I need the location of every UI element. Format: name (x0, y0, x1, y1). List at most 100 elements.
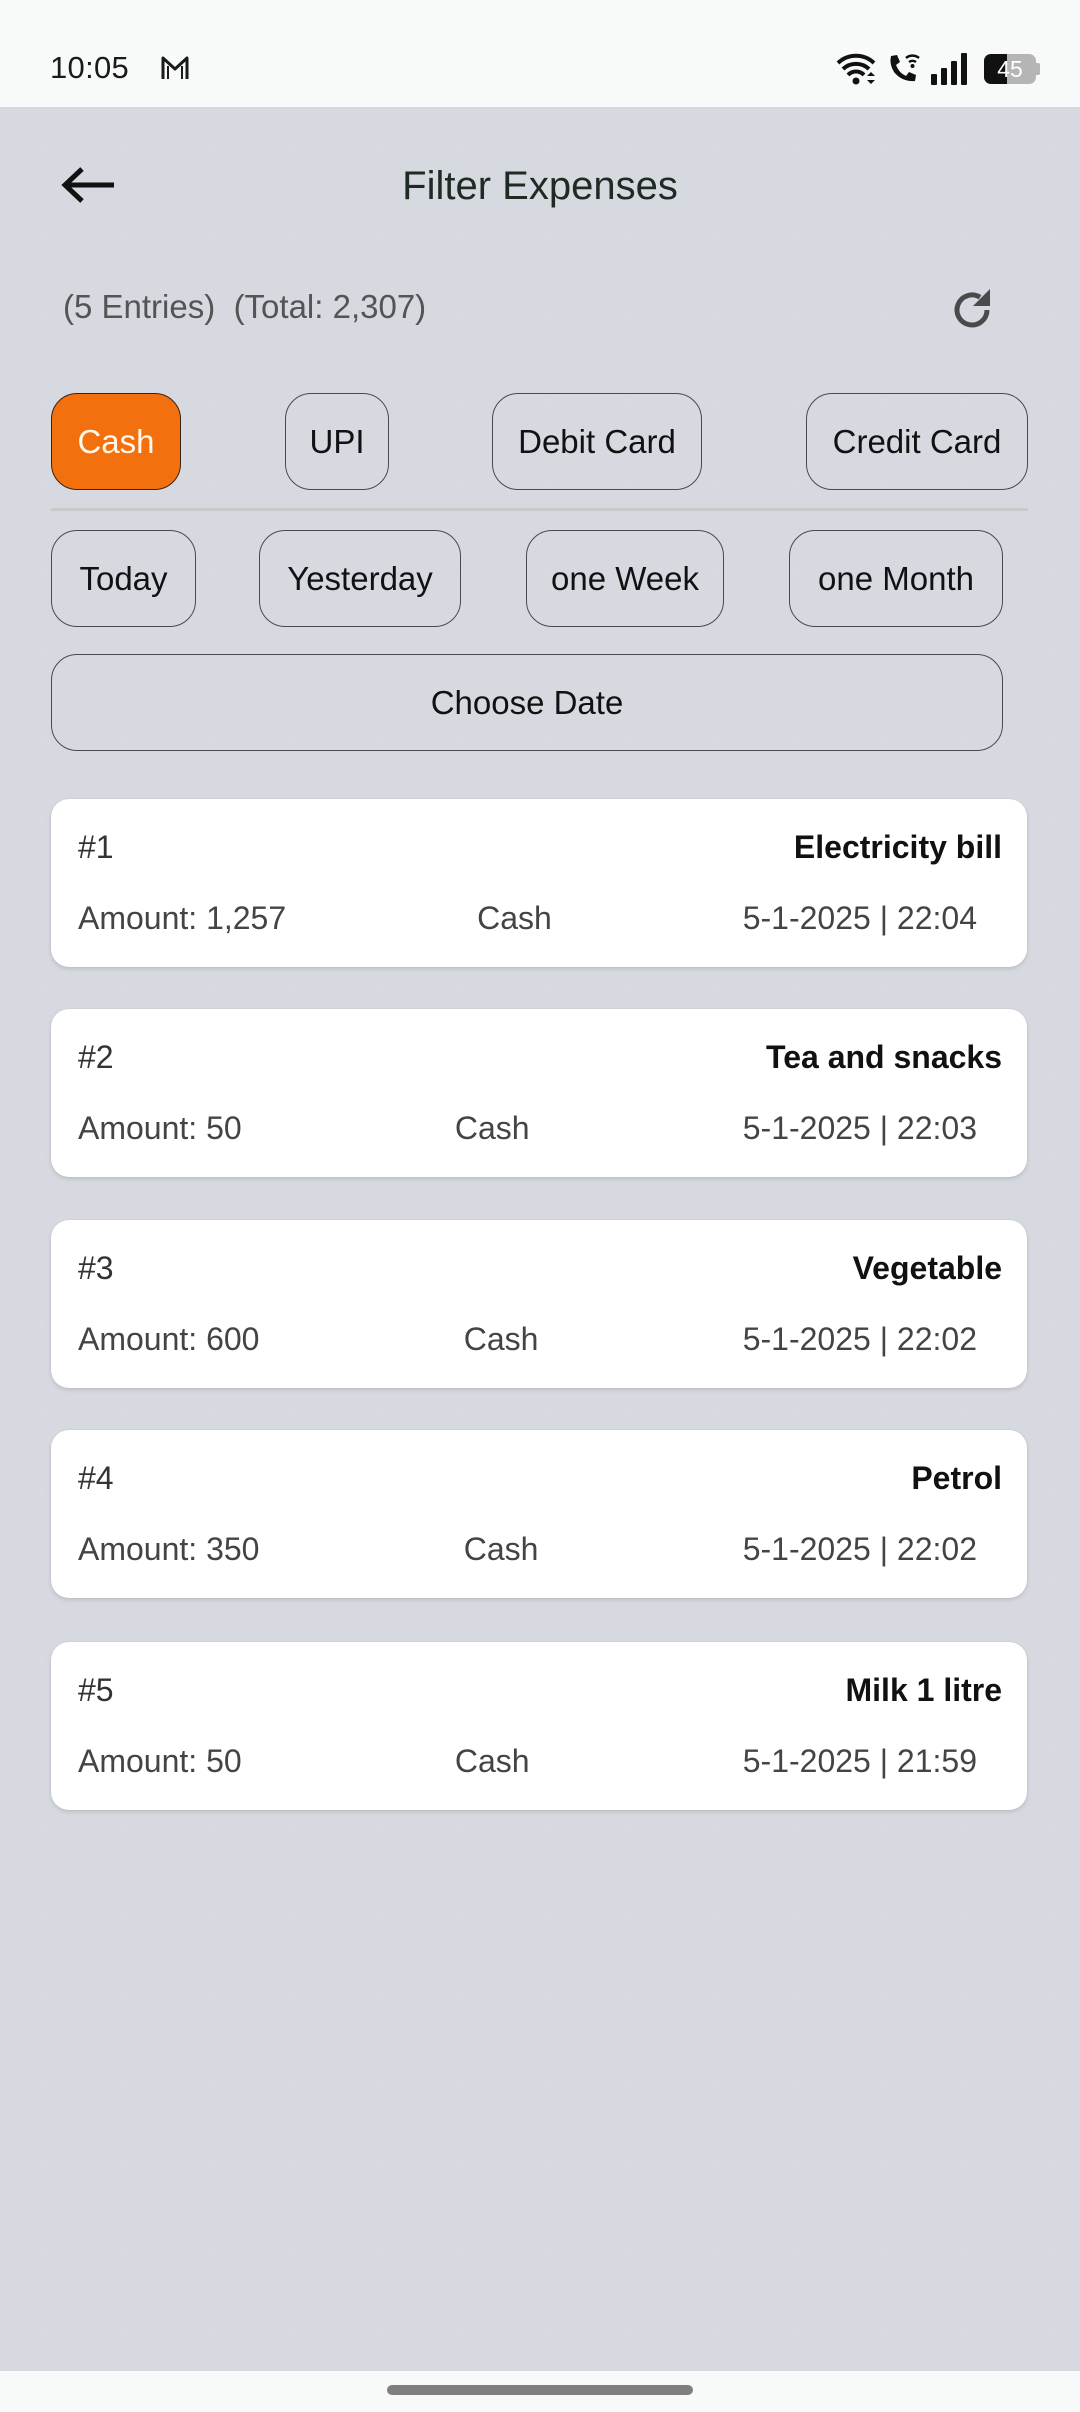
filter-chip-debit-card[interactable]: Debit Card (492, 393, 702, 490)
background-dot (39, 1322, 45, 1328)
background-dot (963, 1406, 969, 1412)
expense-amount: Amount: 50 (78, 1110, 242, 1146)
filter-chip-yesterday[interactable]: Yesterday (259, 530, 461, 627)
status-bar: 10:05 45 (0, 0, 1080, 107)
background-dot (543, 314, 549, 320)
background-dot (795, 398, 801, 404)
expense-card[interactable]: #2 Tea and snacks Amount: 50 Cash 5-1-20… (51, 1009, 1027, 1177)
background-dot (375, 1994, 381, 2000)
background-dot (879, 986, 885, 992)
background-dot (711, 1910, 717, 1916)
filter-divider (51, 508, 1028, 511)
background-dot (39, 1574, 45, 1580)
background-dot (39, 1994, 45, 2000)
background-dot (375, 2330, 381, 2336)
expense-card[interactable]: #4 Petrol Amount: 350 Cash 5-1-2025 | 22… (51, 1430, 1027, 1598)
background-dot (543, 2330, 549, 2336)
background-dot (375, 2246, 381, 2252)
background-dot (123, 2078, 129, 2084)
background-dot (879, 1826, 885, 1832)
background-dot (1047, 1826, 1053, 1832)
background-dot (291, 1910, 297, 1916)
background-dot (39, 1490, 45, 1496)
background-dot (39, 398, 45, 404)
background-dot (711, 1994, 717, 2000)
filter-chip-upi[interactable]: UPI (285, 393, 389, 490)
wifi-calling-icon (886, 52, 920, 86)
background-dot (459, 1406, 465, 1412)
refresh-button[interactable] (942, 280, 1002, 340)
background-dot (39, 1658, 45, 1664)
background-dot (879, 230, 885, 236)
background-dot (963, 146, 969, 152)
background-dot (207, 2330, 213, 2336)
expense-method: Cash (454, 1743, 530, 1779)
background-dot (795, 1406, 801, 1412)
background-dot (123, 146, 129, 152)
choose-date-button[interactable]: Choose Date (51, 654, 1003, 751)
background-dot (207, 230, 213, 236)
background-dot (795, 1910, 801, 1916)
background-dot (795, 482, 801, 488)
filter-chip-one-week[interactable]: one Week (526, 530, 724, 627)
background-dot (627, 2162, 633, 2168)
background-dot (1047, 1406, 1053, 1412)
expense-method: Cash (463, 1531, 539, 1567)
background-dot (39, 1154, 45, 1160)
status-time: 10:05 (50, 50, 130, 85)
battery-level: 45 (997, 56, 1023, 82)
background-dot (207, 1910, 213, 1916)
background-dot (39, 482, 45, 488)
background-dot (39, 734, 45, 740)
background-dot (1047, 1994, 1053, 2000)
background-dot (459, 2246, 465, 2252)
background-dot (711, 2330, 717, 2336)
filter-chip-today[interactable]: Today (51, 530, 196, 627)
background-dot (711, 482, 717, 488)
background-dot (1047, 1238, 1053, 1244)
filter-chip-one-month[interactable]: one Month (789, 530, 1003, 627)
background-dot (123, 230, 129, 236)
gesture-handle[interactable] (387, 2385, 693, 2395)
background-dot (291, 1994, 297, 2000)
filter-expenses-screen: Filter Expenses (5 Entries) (Total: 2,30… (0, 107, 1080, 2371)
background-dot (1047, 230, 1053, 236)
expense-card[interactable]: #1 Electricity bill Amount: 1,257 Cash 5… (51, 799, 1027, 967)
background-dot (963, 1994, 969, 2000)
expense-card[interactable]: #5 Milk 1 litre Amount: 50 Cash 5-1-2025… (51, 1642, 1027, 1810)
background-dot (39, 146, 45, 152)
filter-chip-cash[interactable]: Cash (51, 393, 181, 490)
background-dot (39, 230, 45, 236)
expense-datetime: 5-1-2025 | 21:59 (742, 1743, 977, 1779)
background-dot (123, 1910, 129, 1916)
background-dot (1047, 566, 1053, 572)
chip-label: Credit Card (832, 422, 1002, 460)
expense-method: Cash (463, 1321, 539, 1357)
background-dot (207, 1826, 213, 1832)
background-dot (627, 230, 633, 236)
background-dot (291, 1406, 297, 1412)
background-dot (207, 1994, 213, 2000)
wifi-icon (836, 52, 876, 86)
expense-amount: Amount: 1,257 (78, 900, 287, 936)
background-dot (711, 2162, 717, 2168)
background-dot (627, 986, 633, 992)
background-dot (207, 566, 213, 572)
background-dot (459, 314, 465, 320)
background-dot (879, 2246, 885, 2252)
background-dot (459, 2078, 465, 2084)
background-dot (375, 1910, 381, 1916)
background-dot (795, 2078, 801, 2084)
expense-card[interactable]: #3 Vegetable Amount: 600 Cash 5-1-2025 |… (51, 1220, 1027, 1388)
background-dot (459, 2330, 465, 2336)
background-dot (879, 2330, 885, 2336)
background-dot (1047, 2246, 1053, 2252)
background-dot (39, 1238, 45, 1244)
filter-chip-credit-card[interactable]: Credit Card (806, 393, 1028, 490)
choose-date-label: Choose Date (430, 683, 624, 721)
expense-title: Electricity bill (793, 829, 1002, 865)
expense-datetime: 5-1-2025 | 22:04 (742, 900, 977, 936)
background-dot (39, 1742, 45, 1748)
background-dot (543, 1994, 549, 2000)
expense-amount: Amount: 50 (78, 1743, 242, 1779)
